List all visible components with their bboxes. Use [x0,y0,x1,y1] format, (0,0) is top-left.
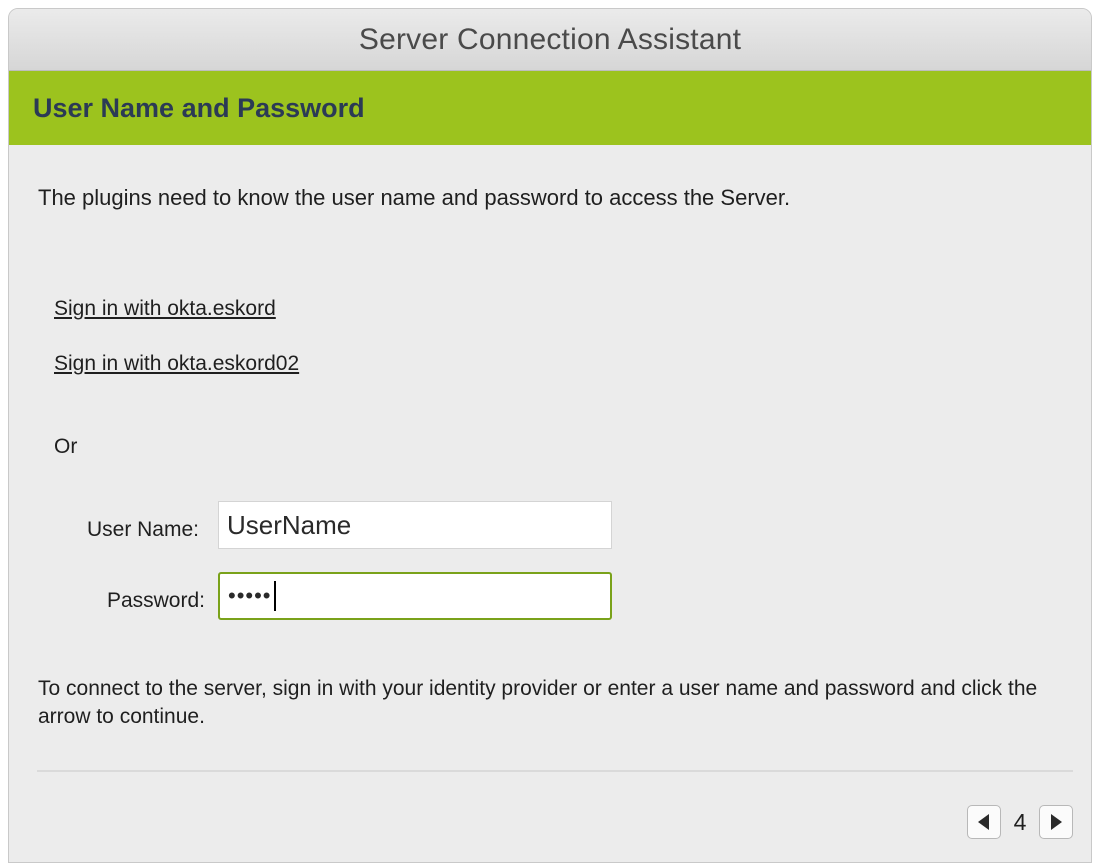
assistant-window: Server Connection Assistant User Name an… [8,8,1092,863]
section-heading: User Name and Password [33,92,365,123]
section-banner: User Name and Password [9,71,1091,145]
previous-page-button[interactable] [967,805,1001,839]
intro-text: The plugins need to know the user name a… [38,185,791,210]
or-separator-label: Or [54,435,78,458]
divider [37,770,1073,772]
username-label: User Name: [86,518,199,541]
window-title: Server Connection Assistant [358,22,742,56]
content-area: The plugins need to know the user name a… [9,145,1091,862]
password-masked-value: ••••• [228,583,272,608]
triangle-left-icon [978,814,989,830]
next-page-button[interactable] [1039,805,1073,839]
sso-link-okta-eskord[interactable]: Sign in with okta.eskord [54,297,276,321]
page-number: 4 [1013,808,1027,835]
triangle-right-icon [1051,814,1062,830]
password-field[interactable]: ••••• [218,572,612,620]
sso-link-okta-eskord02[interactable]: Sign in with okta.eskord02 [54,352,299,376]
text-caret [273,581,276,611]
password-label: Password: [106,589,205,612]
page-navigator: 4 [967,805,1073,839]
title-bar: Server Connection Assistant [9,9,1091,71]
username-field[interactable] [218,501,612,549]
instructions-text: To connect to the server, sign in with y… [38,677,1038,728]
